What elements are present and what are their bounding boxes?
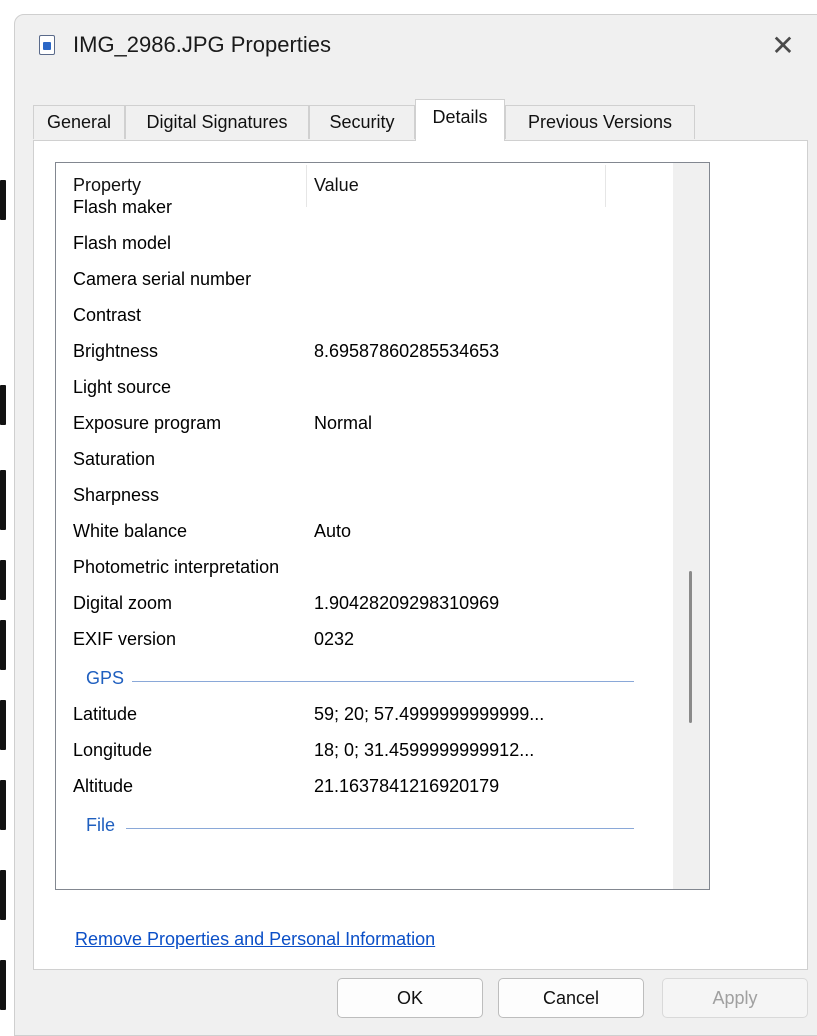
group-label: File: [86, 815, 116, 835]
image-file-icon: [39, 35, 55, 55]
property-value: 59; 20; 57.4999999999999...: [314, 704, 545, 724]
background-mark: [0, 180, 6, 220]
properties-dialog: IMG_2986.JPG Properties ✕ General Digita…: [14, 14, 817, 1036]
property-name: White balance: [73, 521, 188, 541]
group-header-file[interactable]: File: [56, 809, 669, 845]
property-value: Auto: [314, 521, 352, 541]
list-item[interactable]: Brightness 8.69587860285534653: [56, 336, 669, 372]
list-item[interactable]: Flash model: [56, 228, 669, 264]
group-divider: [126, 828, 634, 829]
background-mark: [0, 960, 6, 1010]
background-mark: [0, 780, 6, 830]
background-mark: [0, 700, 6, 750]
property-name: Saturation: [73, 449, 156, 469]
group-label: GPS: [86, 668, 125, 688]
property-name: Flash model: [73, 233, 172, 253]
tab-general[interactable]: General: [33, 105, 125, 139]
property-value: 18; 0; 31.4599999999912...: [314, 740, 535, 760]
property-name: Sharpness: [73, 485, 160, 505]
list-item[interactable]: Contrast: [56, 300, 669, 336]
list-item[interactable]: Photometric interpretation: [56, 552, 669, 588]
list-item[interactable]: Light source: [56, 372, 669, 408]
window-title: IMG_2986.JPG Properties: [73, 32, 332, 57]
details-panel: Property Value Flash maker Flash model C…: [33, 140, 808, 970]
property-name: Digital zoom: [73, 593, 173, 613]
tab-previous-versions[interactable]: Previous Versions: [505, 105, 695, 139]
apply-button[interactable]: Apply: [662, 978, 808, 1018]
property-name: Flash maker: [73, 197, 173, 217]
scrollbar-thumb[interactable]: [689, 571, 692, 723]
ok-button[interactable]: OK: [337, 978, 483, 1018]
tab-digital-signatures[interactable]: Digital Signatures: [125, 105, 309, 139]
background-mark: [0, 870, 6, 920]
property-name: Altitude: [73, 776, 134, 796]
property-name: Light source: [73, 377, 172, 397]
remove-properties-link[interactable]: Remove Properties and Personal Informati…: [75, 929, 435, 950]
list-item[interactable]: EXIF version 0232: [56, 624, 669, 660]
list-item[interactable]: Digital zoom 1.90428209298310969: [56, 588, 669, 624]
close-button[interactable]: ✕: [763, 29, 803, 65]
property-value: 1.90428209298310969: [314, 593, 500, 613]
list-item[interactable]: Latitude 59; 20; 57.4999999999999...: [56, 699, 669, 735]
list-item[interactable]: Longitude 18; 0; 31.4599999999912...: [56, 735, 669, 771]
list-item[interactable]: White balance Auto: [56, 516, 669, 552]
background-mark: [0, 470, 6, 530]
cancel-button[interactable]: Cancel: [498, 978, 644, 1018]
property-value: 8.69587860285534653: [314, 341, 500, 361]
property-name: Latitude: [73, 704, 138, 724]
property-name: Exposure program: [73, 413, 222, 433]
property-value: 21.1637841216920179: [314, 776, 500, 796]
group-header-gps[interactable]: GPS: [56, 662, 669, 698]
list-item[interactable]: Exposure program Normal: [56, 408, 669, 444]
property-name: Longitude: [73, 740, 153, 760]
list-item[interactable]: Saturation: [56, 444, 669, 480]
background-mark: [0, 560, 6, 600]
list-item[interactable]: Sharpness: [56, 480, 669, 516]
title-bar[interactable]: IMG_2986.JPG Properties ✕: [15, 15, 817, 77]
property-value: 0232: [314, 629, 355, 649]
background-window-edge: [0, 0, 14, 1017]
list-item[interactable]: Altitude 21.1637841216920179: [56, 771, 669, 807]
property-name: Contrast: [73, 305, 142, 325]
group-divider: [132, 681, 634, 682]
tab-details[interactable]: Details: [415, 99, 505, 141]
list-item[interactable]: Camera serial number: [56, 264, 669, 300]
list-item[interactable]: Flash maker: [56, 192, 669, 228]
background-mark: [0, 620, 6, 670]
tab-security[interactable]: Security: [309, 105, 415, 139]
properties-list[interactable]: Property Value Flash maker Flash model C…: [55, 162, 710, 890]
property-name: Photometric interpretation: [73, 557, 280, 577]
property-value: Normal: [314, 413, 373, 433]
property-name: EXIF version: [73, 629, 177, 649]
vertical-scrollbar[interactable]: [673, 163, 709, 889]
property-name: Brightness: [73, 341, 159, 361]
background-mark: [0, 385, 6, 425]
property-name: Camera serial number: [73, 269, 252, 289]
